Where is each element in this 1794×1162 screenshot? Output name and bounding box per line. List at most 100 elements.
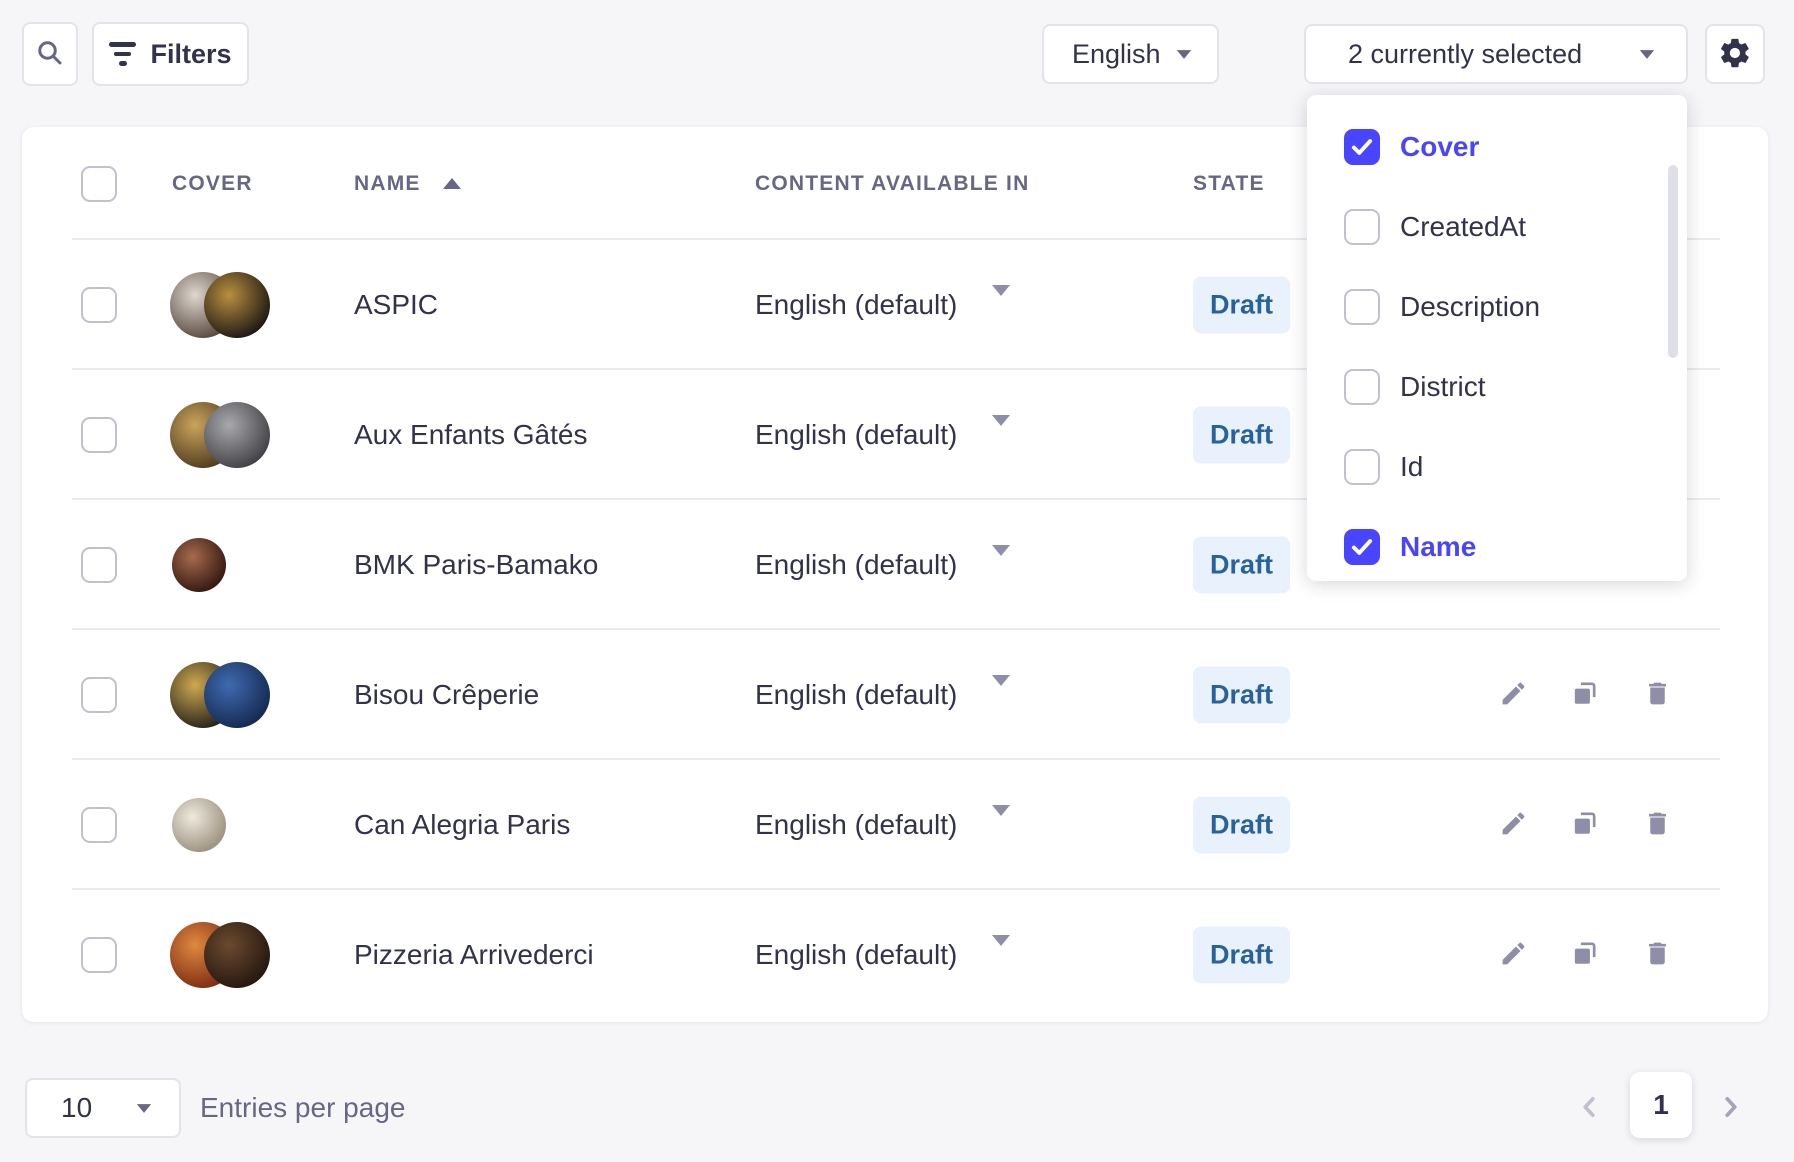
column-header-state[interactable]: STATE bbox=[1193, 172, 1265, 196]
table-row: Can Alegria Paris English (default) Draf… bbox=[22, 760, 1768, 890]
pencil-icon bbox=[1499, 809, 1528, 841]
previous-page-button[interactable] bbox=[1567, 1081, 1611, 1135]
column-header-name[interactable]: NAME bbox=[354, 172, 461, 196]
search-icon bbox=[35, 38, 65, 71]
entry-name: Aux Enfants Gâtés bbox=[354, 419, 587, 451]
edit-button[interactable] bbox=[1493, 675, 1533, 715]
delete-button[interactable] bbox=[1637, 935, 1677, 975]
chevron-down-icon bbox=[1177, 50, 1191, 59]
duplicate-icon bbox=[1570, 679, 1599, 711]
table-row: Bisou Crêperie English (default) Draft bbox=[22, 630, 1768, 760]
entry-name: BMK Paris-Bamako bbox=[354, 549, 598, 581]
row-checkbox[interactable] bbox=[81, 547, 117, 583]
option-checkbox[interactable] bbox=[1344, 529, 1380, 565]
option-checkbox[interactable] bbox=[1344, 449, 1380, 485]
entry-name: Pizzeria Arrivederci bbox=[354, 939, 594, 971]
chevron-down-icon bbox=[1640, 50, 1654, 59]
row-checkbox[interactable] bbox=[81, 677, 117, 713]
delete-button[interactable] bbox=[1637, 805, 1677, 845]
filters-button-label: Filters bbox=[150, 39, 231, 70]
pencil-icon bbox=[1499, 679, 1528, 711]
filter-icon bbox=[109, 42, 136, 66]
row-checkbox[interactable] bbox=[81, 287, 117, 323]
status-badge: Draft bbox=[1193, 407, 1290, 464]
entry-locales: English (default) bbox=[755, 419, 957, 451]
locales-expand-icon[interactable] bbox=[992, 816, 1010, 834]
search-button[interactable] bbox=[22, 22, 78, 86]
cover-thumbnails bbox=[170, 792, 280, 858]
columns-select[interactable]: 2 currently selected bbox=[1304, 24, 1688, 84]
option-label: Cover bbox=[1400, 131, 1479, 163]
duplicate-button[interactable] bbox=[1564, 935, 1604, 975]
status-badge: Draft bbox=[1193, 667, 1290, 724]
cover-thumbnails bbox=[170, 662, 280, 728]
column-picker-option[interactable]: CreatedAt bbox=[1307, 187, 1687, 267]
chevron-left-icon bbox=[1574, 1092, 1604, 1125]
table-row: Pizzeria Arrivederci English (default) D… bbox=[22, 890, 1768, 1020]
cover-avatar bbox=[204, 402, 270, 468]
row-checkbox[interactable] bbox=[81, 417, 117, 453]
gear-icon bbox=[1718, 36, 1752, 73]
option-label: Name bbox=[1400, 531, 1476, 563]
delete-button[interactable] bbox=[1637, 675, 1677, 715]
row-checkbox[interactable] bbox=[81, 807, 117, 843]
entry-locales: English (default) bbox=[755, 289, 957, 321]
option-checkbox[interactable] bbox=[1344, 129, 1380, 165]
cover-thumbnails bbox=[170, 272, 280, 338]
locales-expand-icon[interactable] bbox=[992, 946, 1010, 964]
cover-avatar bbox=[204, 922, 270, 988]
edit-button[interactable] bbox=[1493, 935, 1533, 975]
column-picker-option[interactable]: Id bbox=[1307, 427, 1687, 507]
option-label: District bbox=[1400, 371, 1486, 403]
option-label: Description bbox=[1400, 291, 1540, 323]
cover-thumbnails bbox=[170, 402, 280, 468]
column-header-locales[interactable]: CONTENT AVAILABLE IN bbox=[755, 172, 1029, 196]
locale-select-value: English bbox=[1072, 39, 1161, 70]
option-checkbox[interactable] bbox=[1344, 209, 1380, 245]
cover-thumbnails bbox=[170, 532, 280, 598]
chevron-right-icon bbox=[1716, 1092, 1746, 1125]
column-picker-dropdown: Cover CreatedAt Description District bbox=[1307, 95, 1687, 581]
option-label: CreatedAt bbox=[1400, 211, 1526, 243]
status-badge: Draft bbox=[1193, 927, 1290, 984]
duplicate-icon bbox=[1570, 809, 1599, 841]
sort-ascending-icon bbox=[443, 178, 461, 189]
cover-thumbnails bbox=[170, 922, 280, 988]
locales-expand-icon[interactable] bbox=[992, 426, 1010, 444]
page-1-button[interactable]: 1 bbox=[1630, 1072, 1692, 1138]
option-checkbox[interactable] bbox=[1344, 289, 1380, 325]
locale-select[interactable]: English bbox=[1042, 24, 1219, 84]
duplicate-icon bbox=[1570, 939, 1599, 971]
filters-button[interactable]: Filters bbox=[92, 22, 249, 86]
column-header-cover[interactable]: COVER bbox=[172, 172, 253, 196]
entry-locales: English (default) bbox=[755, 939, 957, 971]
column-picker-option[interactable]: Cover bbox=[1307, 107, 1687, 187]
page-size-value: 10 bbox=[61, 1092, 92, 1124]
chevron-down-icon bbox=[137, 1104, 151, 1113]
column-picker-option[interactable]: Description bbox=[1307, 267, 1687, 347]
entry-name: Can Alegria Paris bbox=[354, 809, 570, 841]
cover-avatar bbox=[204, 662, 270, 728]
entry-name: ASPIC bbox=[354, 289, 438, 321]
locales-expand-icon[interactable] bbox=[992, 296, 1010, 314]
entries-per-page-label: Entries per page bbox=[200, 1078, 405, 1138]
locales-expand-icon[interactable] bbox=[992, 556, 1010, 574]
trash-icon bbox=[1643, 939, 1672, 971]
row-checkbox[interactable] bbox=[81, 937, 117, 973]
option-checkbox[interactable] bbox=[1344, 369, 1380, 405]
status-badge: Draft bbox=[1193, 797, 1290, 854]
select-all-checkbox[interactable] bbox=[81, 166, 117, 202]
settings-button[interactable] bbox=[1705, 24, 1765, 84]
checkmark-icon bbox=[1349, 534, 1375, 560]
page-size-select[interactable]: 10 bbox=[25, 1078, 181, 1138]
locales-expand-icon[interactable] bbox=[992, 686, 1010, 704]
next-page-button[interactable] bbox=[1709, 1081, 1753, 1135]
duplicate-button[interactable] bbox=[1564, 805, 1604, 845]
entry-locales: English (default) bbox=[755, 549, 957, 581]
edit-button[interactable] bbox=[1493, 805, 1533, 845]
checkmark-icon bbox=[1349, 134, 1375, 160]
column-picker-option[interactable]: Name bbox=[1307, 507, 1687, 587]
duplicate-button[interactable] bbox=[1564, 675, 1604, 715]
column-picker-option[interactable]: District bbox=[1307, 347, 1687, 427]
entry-name: Bisou Crêperie bbox=[354, 679, 539, 711]
